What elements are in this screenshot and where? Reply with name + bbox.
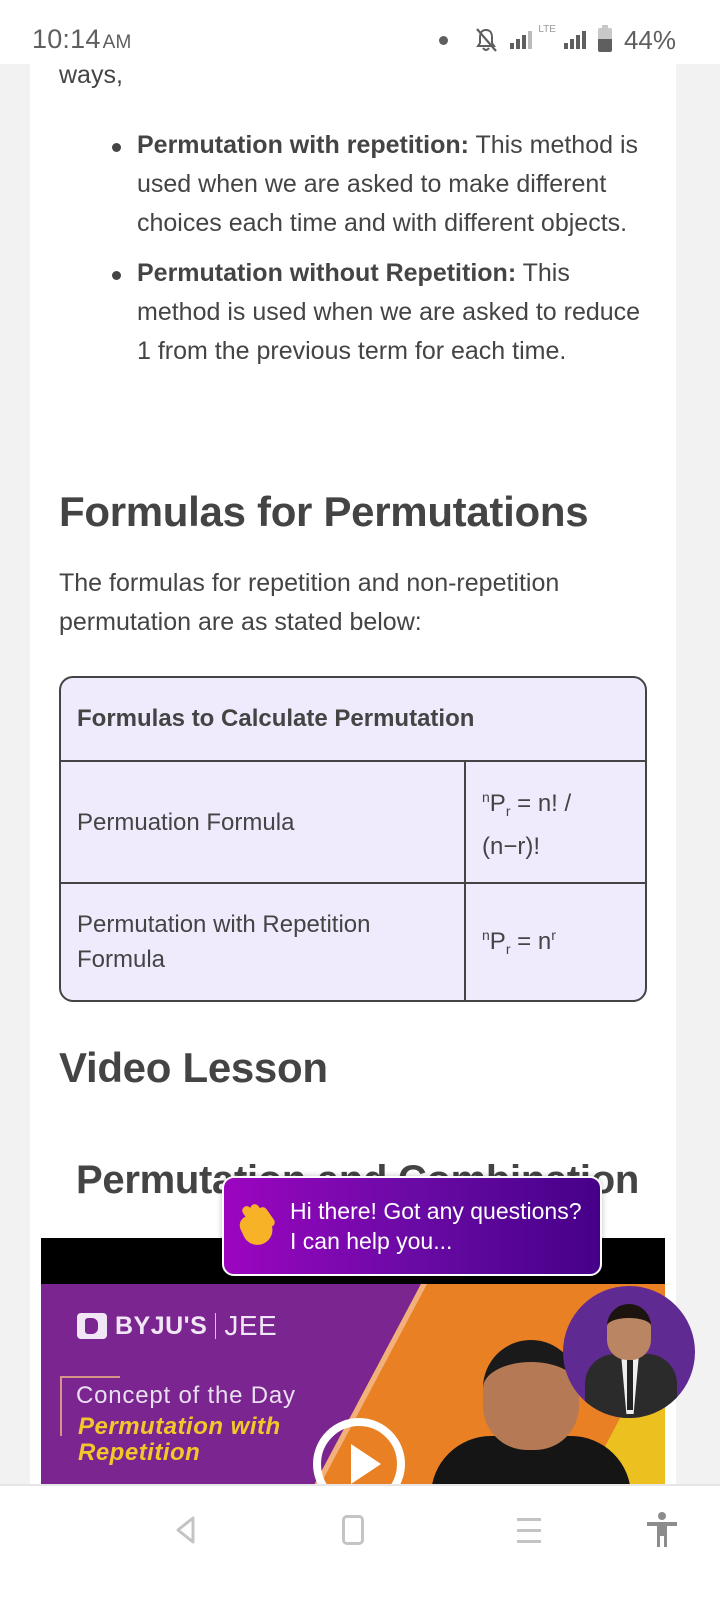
recents-button[interactable] — [509, 1510, 549, 1550]
battery-icon — [597, 25, 612, 52]
clock-time: 10:14 — [32, 24, 101, 54]
video-heading: Video Lesson — [59, 1044, 328, 1091]
accessibility-button[interactable] — [642, 1510, 682, 1550]
concept-title-line2: Repetition — [78, 1439, 201, 1466]
formula-sup: n — [482, 926, 490, 943]
concept-label: Concept of the Day — [76, 1382, 296, 1409]
recents-icon-line — [517, 1528, 541, 1532]
list-item: Permutation with repetition: This method… — [112, 126, 657, 243]
lead-fragment: ways, — [59, 64, 123, 89]
avatar-head — [607, 1304, 651, 1360]
notification-dot-icon — [439, 35, 449, 45]
brand-divider — [215, 1313, 217, 1339]
brand-sub: JEE — [224, 1310, 278, 1341]
list-item: Permutation without Repetition: This met… — [112, 254, 657, 371]
formula-value: nPr = n! / (n−r)! — [466, 762, 645, 882]
concept-title: Permutation with Repetition — [78, 1414, 281, 1466]
formula-name: Permuation Formula — [61, 762, 466, 882]
back-button[interactable] — [158, 1510, 198, 1550]
formulas-intro: The formulas for repetition and non-repe… — [59, 569, 560, 636]
signal-icon-2 — [563, 31, 586, 49]
recents-icon-line — [517, 1517, 541, 1521]
concept-title-line1: Permutation with — [78, 1413, 281, 1440]
status-time: 10:14 AM — [32, 24, 131, 55]
battery-percent: 44% — [623, 24, 676, 55]
waving-hand-icon — [236, 1202, 282, 1250]
accessibility-icon — [647, 1512, 677, 1547]
avatar-tie — [627, 1360, 633, 1410]
formula-name: Permutation with Repetition Formula — [61, 884, 466, 1000]
formula-table: Formulas to Calculate Permutation Permua… — [59, 676, 647, 1002]
chat-popup[interactable]: Hi there! Got any questions? I can help … — [222, 1176, 602, 1276]
lte-label: LTE — [538, 24, 556, 35]
status-bar: 10:14 AM LTE 44% — [0, 0, 720, 64]
bullet-term: Permutation with repetition: — [137, 131, 469, 159]
formula-sup: n — [482, 789, 490, 805]
formula-rest: = n — [510, 927, 552, 955]
recents-icon-line — [517, 1539, 541, 1543]
formulas-heading: Formulas for Permutations — [59, 488, 589, 535]
back-icon — [176, 1516, 195, 1544]
table-row: Permuation Formula nPr = n! / (n−r)! — [61, 762, 645, 882]
formula-base: P — [489, 790, 506, 817]
clock-ampm: AM — [102, 32, 132, 53]
signal-icon — [510, 31, 533, 49]
bell-off-icon — [476, 28, 498, 52]
permutation-types-list: Permutation with repetition: This method… — [112, 126, 657, 382]
formula-base: P — [489, 927, 506, 955]
chat-message: Hi there! Got any questions? I can help … — [290, 1196, 582, 1256]
formula-exponent: r — [551, 926, 556, 943]
table-row: Permutation with Repetition Formula nPr … — [61, 882, 645, 1000]
bullet-term: Permutation without Repetition: — [137, 259, 517, 287]
home-button[interactable] — [333, 1510, 373, 1550]
brand-logo: BYJU'S JEE — [77, 1310, 277, 1342]
chat-agent-avatar[interactable] — [563, 1286, 695, 1418]
brand-name: BYJU'S — [115, 1311, 208, 1340]
table-header: Formulas to Calculate Permutation — [61, 678, 645, 762]
chat-line2: I can help you... — [290, 1228, 453, 1254]
status-icons: LTE 44% — [439, 24, 676, 56]
chat-line1: Hi there! Got any questions? — [290, 1198, 582, 1224]
home-icon — [342, 1515, 364, 1545]
palm — [236, 1208, 278, 1250]
formula-value: nPr = nr — [466, 884, 645, 1000]
byjus-logo-icon — [77, 1313, 107, 1339]
system-nav-bar — [0, 1484, 720, 1600]
